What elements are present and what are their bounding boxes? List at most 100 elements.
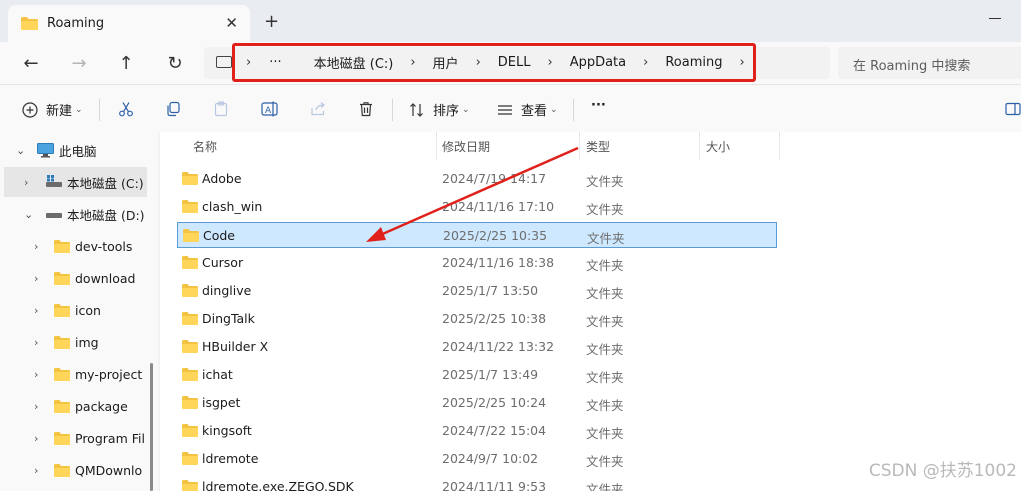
tab-roaming[interactable]: Roaming ✕: [8, 5, 250, 42]
close-icon[interactable]: ✕: [225, 14, 238, 32]
table-row[interactable]: HBuilder X 2024/11/22 13:32 文件夹: [177, 334, 777, 360]
folder-icon: [54, 400, 70, 413]
file-name: kingsoft: [202, 423, 252, 438]
back-button[interactable]: ←: [19, 51, 43, 75]
share-button[interactable]: [309, 100, 327, 118]
chevron-down-icon: ⌄: [550, 104, 558, 115]
view-button[interactable]: 查看 ⌄: [496, 100, 558, 119]
folder-icon: [54, 464, 70, 477]
delete-button[interactable]: [357, 100, 375, 118]
folder-icon: [182, 312, 198, 325]
table-row[interactable]: isgpet 2025/2/25 10:24 文件夹: [177, 390, 777, 416]
file-type: 文件夹: [586, 174, 624, 189]
sidebar-item-this-pc[interactable]: ⌄ 此电脑: [0, 135, 150, 165]
table-row[interactable]: DingTalk 2025/2/25 10:38 文件夹: [177, 306, 777, 332]
file-name: Adobe: [202, 171, 242, 186]
new-button[interactable]: 新建 ⌄: [21, 100, 83, 119]
file-list: ⌃ 名称 修改日期 类型 大小 Adobe 2024/7/19 14:17 文件夹 c…: [160, 132, 1021, 491]
sidebar-item-folder[interactable]: › Program Fil: [0, 423, 150, 453]
sidebar-item-folder[interactable]: › dev-tools: [0, 231, 150, 261]
chevron-right-icon[interactable]: ›: [34, 432, 38, 445]
file-type: 文件夹: [587, 231, 625, 246]
file-name: ichat: [202, 367, 233, 382]
folder-icon: [182, 200, 198, 213]
column-header-size[interactable]: 大小: [706, 132, 730, 160]
table-row[interactable]: ldremote.exe.ZEGO.SDK 2024/11/11 9:53 文件夹: [177, 474, 777, 491]
chevron-right-icon[interactable]: ›: [34, 272, 38, 285]
copy-button[interactable]: [164, 100, 182, 118]
table-row[interactable]: Adobe 2024/7/19 14:17 文件夹: [177, 166, 777, 192]
file-name: dinglive: [202, 283, 252, 298]
new-tab-button[interactable]: +: [264, 11, 279, 32]
file-date: 2024/11/16 17:10: [442, 199, 555, 214]
file-type: 文件夹: [586, 426, 624, 441]
file-type: 文件夹: [586, 314, 624, 329]
forward-button[interactable]: →: [67, 51, 91, 75]
file-date: 2024/7/22 15:04: [442, 423, 547, 438]
table-row[interactable]: ichat 2025/1/7 13:49 文件夹: [177, 362, 777, 388]
chevron-down-icon[interactable]: ⌄: [24, 208, 33, 221]
table-row[interactable]: Code 2025/2/25 10:35 文件夹: [177, 222, 777, 248]
navigation-pane: ⌄ 此电脑 › 本地磁盘 (C:) ⌄ 本地磁盘 (D:) › dev-tools…: [0, 132, 158, 491]
file-name: clash_win: [202, 199, 263, 214]
rename-button[interactable]: A: [261, 100, 279, 118]
folder-icon: [182, 424, 198, 437]
sort-button[interactable]: 排序 ⌄: [408, 100, 470, 119]
chevron-right-icon[interactable]: ›: [34, 304, 38, 317]
cut-button[interactable]: [117, 100, 135, 118]
file-date: 2024/11/22 13:32: [442, 339, 555, 354]
more-options-button[interactable]: ···: [591, 98, 606, 113]
sidebar-item-folder[interactable]: › my-project: [0, 359, 150, 389]
folder-icon: [54, 272, 70, 285]
folder-icon: [54, 240, 70, 253]
file-date: 2025/1/7 13:49: [442, 367, 539, 382]
sort-icon: [408, 101, 426, 119]
folder-icon: [54, 432, 70, 445]
chevron-right-icon[interactable]: ›: [24, 176, 28, 189]
scrollbar[interactable]: [150, 363, 153, 491]
table-row[interactable]: ldremote 2024/9/7 10:02 文件夹: [177, 446, 777, 472]
refresh-button[interactable]: ↻: [163, 51, 187, 75]
column-header-name[interactable]: 名称: [193, 132, 217, 160]
sidebar-item-drive-d[interactable]: ⌄ 本地磁盘 (D:): [0, 199, 150, 229]
folder-icon: [182, 452, 198, 465]
table-row[interactable]: Cursor 2024/11/16 18:38 文件夹: [177, 250, 777, 276]
sidebar-item-folder[interactable]: › QMDownlo: [0, 455, 150, 485]
search-input[interactable]: 在 Roaming 中搜索: [838, 47, 1021, 79]
table-row[interactable]: clash_win 2024/11/16 17:10 文件夹: [177, 194, 777, 220]
plus-circle-icon: [21, 101, 39, 119]
sidebar-item-folder[interactable]: › img: [0, 327, 150, 357]
title-bar: Roaming ✕ +: [0, 0, 1021, 42]
paste-button[interactable]: [212, 100, 230, 118]
chevron-right-icon[interactable]: ›: [34, 368, 38, 381]
tab-title: Roaming: [47, 16, 105, 31]
folder-icon: [183, 229, 199, 242]
chevron-right-icon[interactable]: ›: [34, 336, 38, 349]
file-name: Cursor: [202, 255, 244, 270]
file-name: Code: [203, 228, 236, 243]
table-row[interactable]: kingsoft 2024/7/22 15:04 文件夹: [177, 418, 777, 444]
folder-icon: [182, 340, 198, 353]
column-header-date[interactable]: 修改日期: [442, 132, 490, 160]
view-list-icon: [496, 101, 514, 119]
table-row[interactable]: dinglive 2025/1/7 13:50 文件夹: [177, 278, 777, 304]
sidebar-item-drive-c[interactable]: › 本地磁盘 (C:): [4, 167, 147, 197]
sidebar-item-folder[interactable]: › download: [0, 263, 150, 293]
column-header-type[interactable]: 类型: [586, 132, 610, 160]
chevron-right-icon[interactable]: ›: [34, 464, 38, 477]
file-type: 文件夹: [586, 286, 624, 301]
details-pane-button[interactable]: [1004, 100, 1021, 118]
sort-ascending-icon: ⌃: [310, 132, 318, 138]
folder-icon: [21, 17, 38, 30]
file-date: 2024/11/16 18:38: [442, 255, 555, 270]
minimize-icon[interactable]: [989, 18, 1001, 19]
file-date: 2025/1/7 13:50: [442, 283, 539, 298]
sidebar-item-folder[interactable]: › icon: [0, 295, 150, 325]
sidebar-item-folder[interactable]: › package: [0, 391, 150, 421]
chevron-right-icon[interactable]: ›: [34, 240, 38, 253]
chevron-down-icon[interactable]: ⌄: [16, 144, 25, 157]
trash-icon: [357, 100, 375, 118]
chevron-right-icon[interactable]: ›: [34, 400, 38, 413]
folder-icon: [54, 304, 70, 317]
up-button[interactable]: ↑: [114, 51, 138, 75]
